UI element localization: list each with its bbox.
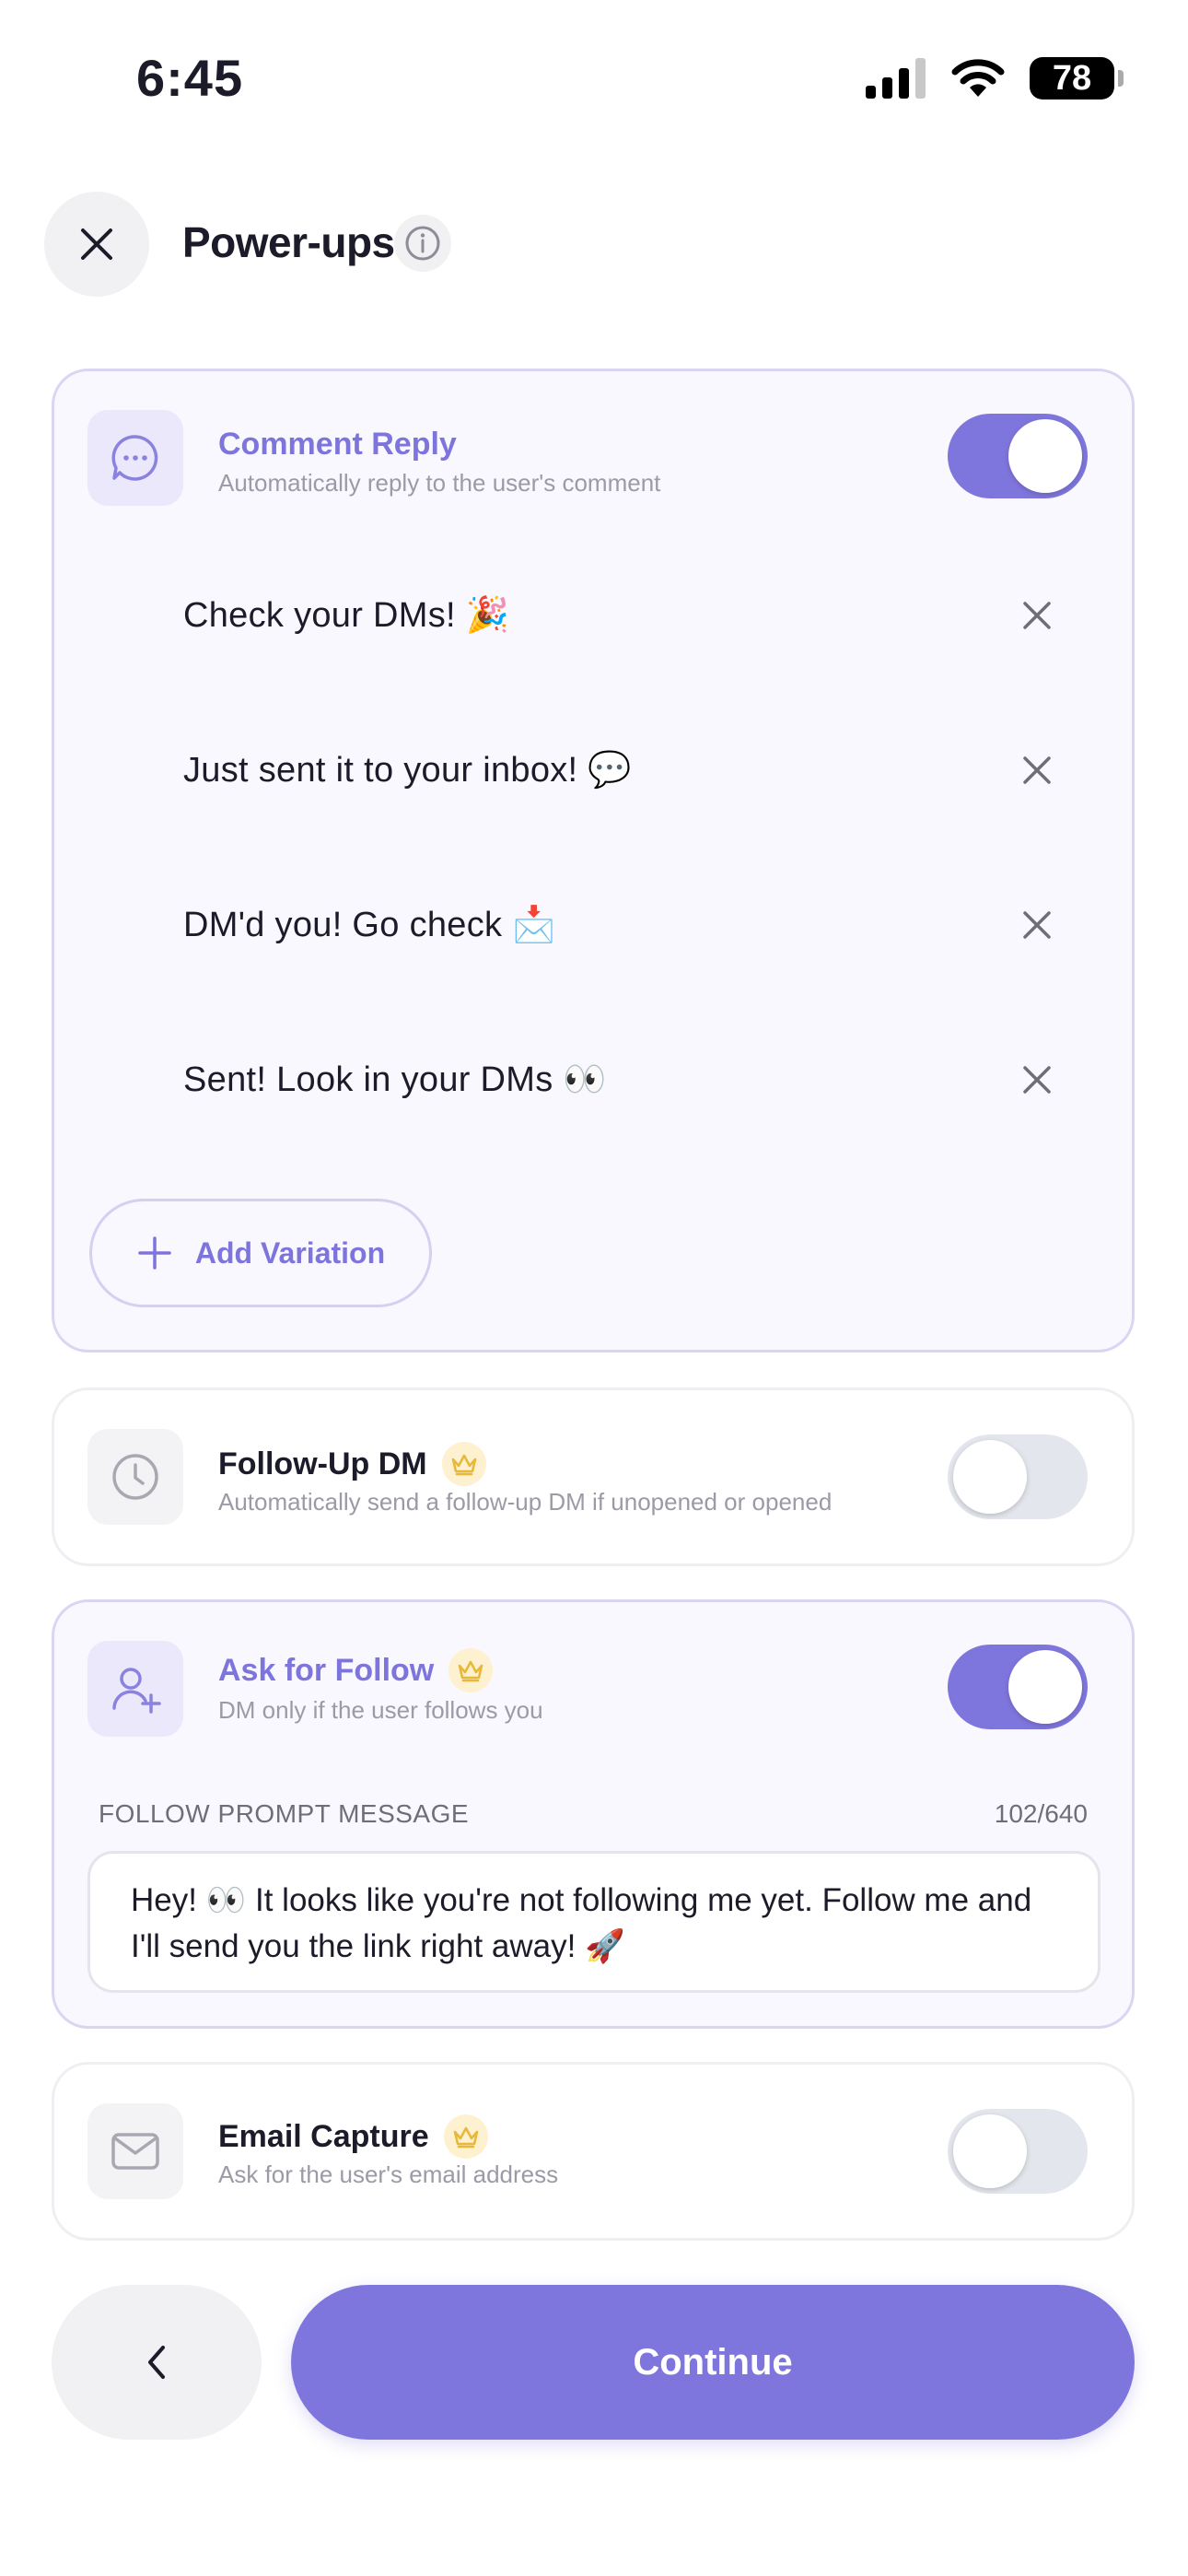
add-variation-button[interactable]: Add Variation bbox=[89, 1199, 432, 1307]
ask-for-follow-title: Ask for Follow bbox=[218, 1648, 494, 1692]
variation-item[interactable]: DM'd you! Go check 📩 bbox=[91, 865, 1101, 985]
comment-reply-title: Comment Reply bbox=[218, 427, 457, 463]
email-capture-title: Email Capture bbox=[218, 2114, 488, 2159]
toggle-knob bbox=[953, 2114, 1027, 2188]
ask-for-follow-subtitle: DM only if the user follows you bbox=[218, 1696, 543, 1724]
variation-text: Check your DMs! 🎉 bbox=[183, 596, 510, 635]
close-button[interactable] bbox=[44, 192, 149, 297]
envelope-icon bbox=[111, 2133, 159, 2170]
comment-reply-icon-tile bbox=[87, 410, 183, 506]
status-time: 6:45 bbox=[136, 49, 244, 107]
toggle-knob bbox=[1008, 419, 1082, 493]
ask-for-follow-title-text: Ask for Follow bbox=[218, 1652, 435, 1688]
signal-icon bbox=[866, 58, 926, 99]
email-capture-icon-tile bbox=[87, 2103, 183, 2199]
chat-bubble-icon bbox=[111, 435, 158, 481]
follow-prompt-textarea[interactable]: Hey! 👀 It looks like you're not followin… bbox=[87, 1851, 1101, 1993]
crown-icon bbox=[448, 1648, 494, 1692]
ask-for-follow-toggle[interactable] bbox=[948, 1645, 1088, 1729]
ask-for-follow-card: Ask for Follow DM only if the user follo… bbox=[52, 1599, 1135, 2029]
email-capture-toggle[interactable] bbox=[948, 2109, 1088, 2194]
info-icon bbox=[405, 226, 440, 261]
crown-icon bbox=[443, 2114, 488, 2159]
info-button[interactable] bbox=[394, 215, 451, 272]
battery-icon: 78 bbox=[1030, 57, 1124, 100]
chevron-left-icon bbox=[148, 2346, 165, 2379]
user-plus-icon bbox=[112, 1668, 161, 1714]
comment-reply-title-text: Comment Reply bbox=[218, 427, 457, 462]
back-button[interactable] bbox=[52, 2285, 262, 2440]
clock-icon bbox=[112, 1454, 158, 1500]
variation-text: Just sent it to your inbox! 💬 bbox=[183, 751, 632, 790]
add-variation-label: Add Variation bbox=[194, 1235, 386, 1270]
toggle-knob bbox=[953, 1440, 1027, 1514]
follow-up-dm-title: Follow-Up DM bbox=[218, 1442, 486, 1486]
comment-reply-subtitle: Automatically reply to the user's commen… bbox=[218, 469, 661, 497]
comment-reply-toggle[interactable] bbox=[948, 414, 1088, 498]
continue-label: Continue bbox=[633, 2341, 793, 2383]
remove-variation-icon[interactable] bbox=[1014, 592, 1060, 638]
follow-up-dm-title-text: Follow-Up DM bbox=[218, 1446, 427, 1481]
variation-item[interactable]: Just sent it to your inbox! 💬 bbox=[91, 710, 1101, 830]
email-capture-card: Email Capture Ask for the user's email a… bbox=[52, 2062, 1135, 2241]
variation-item[interactable]: Sent! Look in your DMs 👀 bbox=[91, 1020, 1101, 1140]
email-capture-subtitle: Ask for the user's email address bbox=[218, 2160, 559, 2188]
remove-variation-icon[interactable] bbox=[1014, 902, 1060, 948]
toggle-knob bbox=[1008, 1650, 1082, 1724]
follow-up-dm-card: Follow-Up DM Automatically send a follow… bbox=[52, 1388, 1135, 1566]
battery-level: 78 bbox=[1052, 58, 1092, 98]
plus-icon bbox=[138, 1236, 171, 1270]
page-title: Power-ups bbox=[182, 218, 395, 266]
remove-variation-icon[interactable] bbox=[1014, 747, 1060, 793]
variation-text: Sent! Look in your DMs 👀 bbox=[183, 1060, 608, 1099]
continue-button[interactable]: Continue bbox=[291, 2285, 1135, 2440]
follow-up-dm-icon-tile bbox=[87, 1429, 183, 1525]
crown-icon bbox=[441, 1442, 486, 1486]
comment-reply-card: Comment Reply Automatically reply to the… bbox=[52, 369, 1135, 1352]
remove-variation-icon[interactable] bbox=[1014, 1057, 1060, 1103]
follow-prompt-label: FOLLOW PROMPT MESSAGE bbox=[99, 1799, 470, 1828]
follow-prompt-char-count: 102/640 bbox=[994, 1799, 1088, 1828]
follow-up-dm-toggle[interactable] bbox=[948, 1434, 1088, 1519]
wifi-icon bbox=[951, 59, 1005, 97]
email-capture-title-text: Email Capture bbox=[218, 2118, 429, 2154]
follow-up-dm-subtitle: Automatically send a follow-up DM if uno… bbox=[218, 1488, 833, 1516]
status-icons: 78 bbox=[866, 57, 1124, 100]
close-icon bbox=[81, 228, 112, 260]
variation-item[interactable]: Check your DMs! 🎉 bbox=[91, 556, 1101, 675]
ask-for-follow-icon-tile bbox=[87, 1641, 183, 1737]
variation-text: DM'd you! Go check 📩 bbox=[183, 906, 556, 944]
